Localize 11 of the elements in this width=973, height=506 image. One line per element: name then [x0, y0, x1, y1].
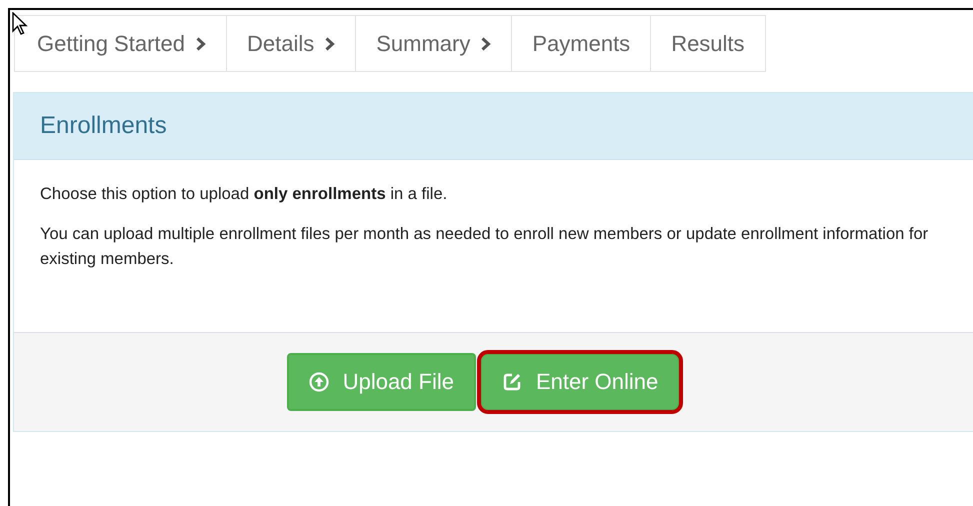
mouse-cursor-icon — [12, 12, 28, 36]
step-tab[interactable]: Summary — [355, 15, 512, 72]
step-tab[interactable]: Results — [650, 15, 766, 72]
description-text: Choose this option to upload only enrollments in a file. — [40, 184, 448, 205]
step-tab[interactable]: Details — [226, 15, 356, 72]
step-tab[interactable]: Payments — [511, 15, 650, 72]
description-text: You can upload multiple enrollment files per month as needed to enroll new members or update enrollment information for existing members. — [40, 224, 930, 270]
step-tab[interactable]: Getting Started — [14, 15, 226, 72]
panel-title: Enrollments — [40, 112, 167, 140]
edit-icon — [502, 372, 522, 392]
upload-icon — [308, 372, 329, 392]
